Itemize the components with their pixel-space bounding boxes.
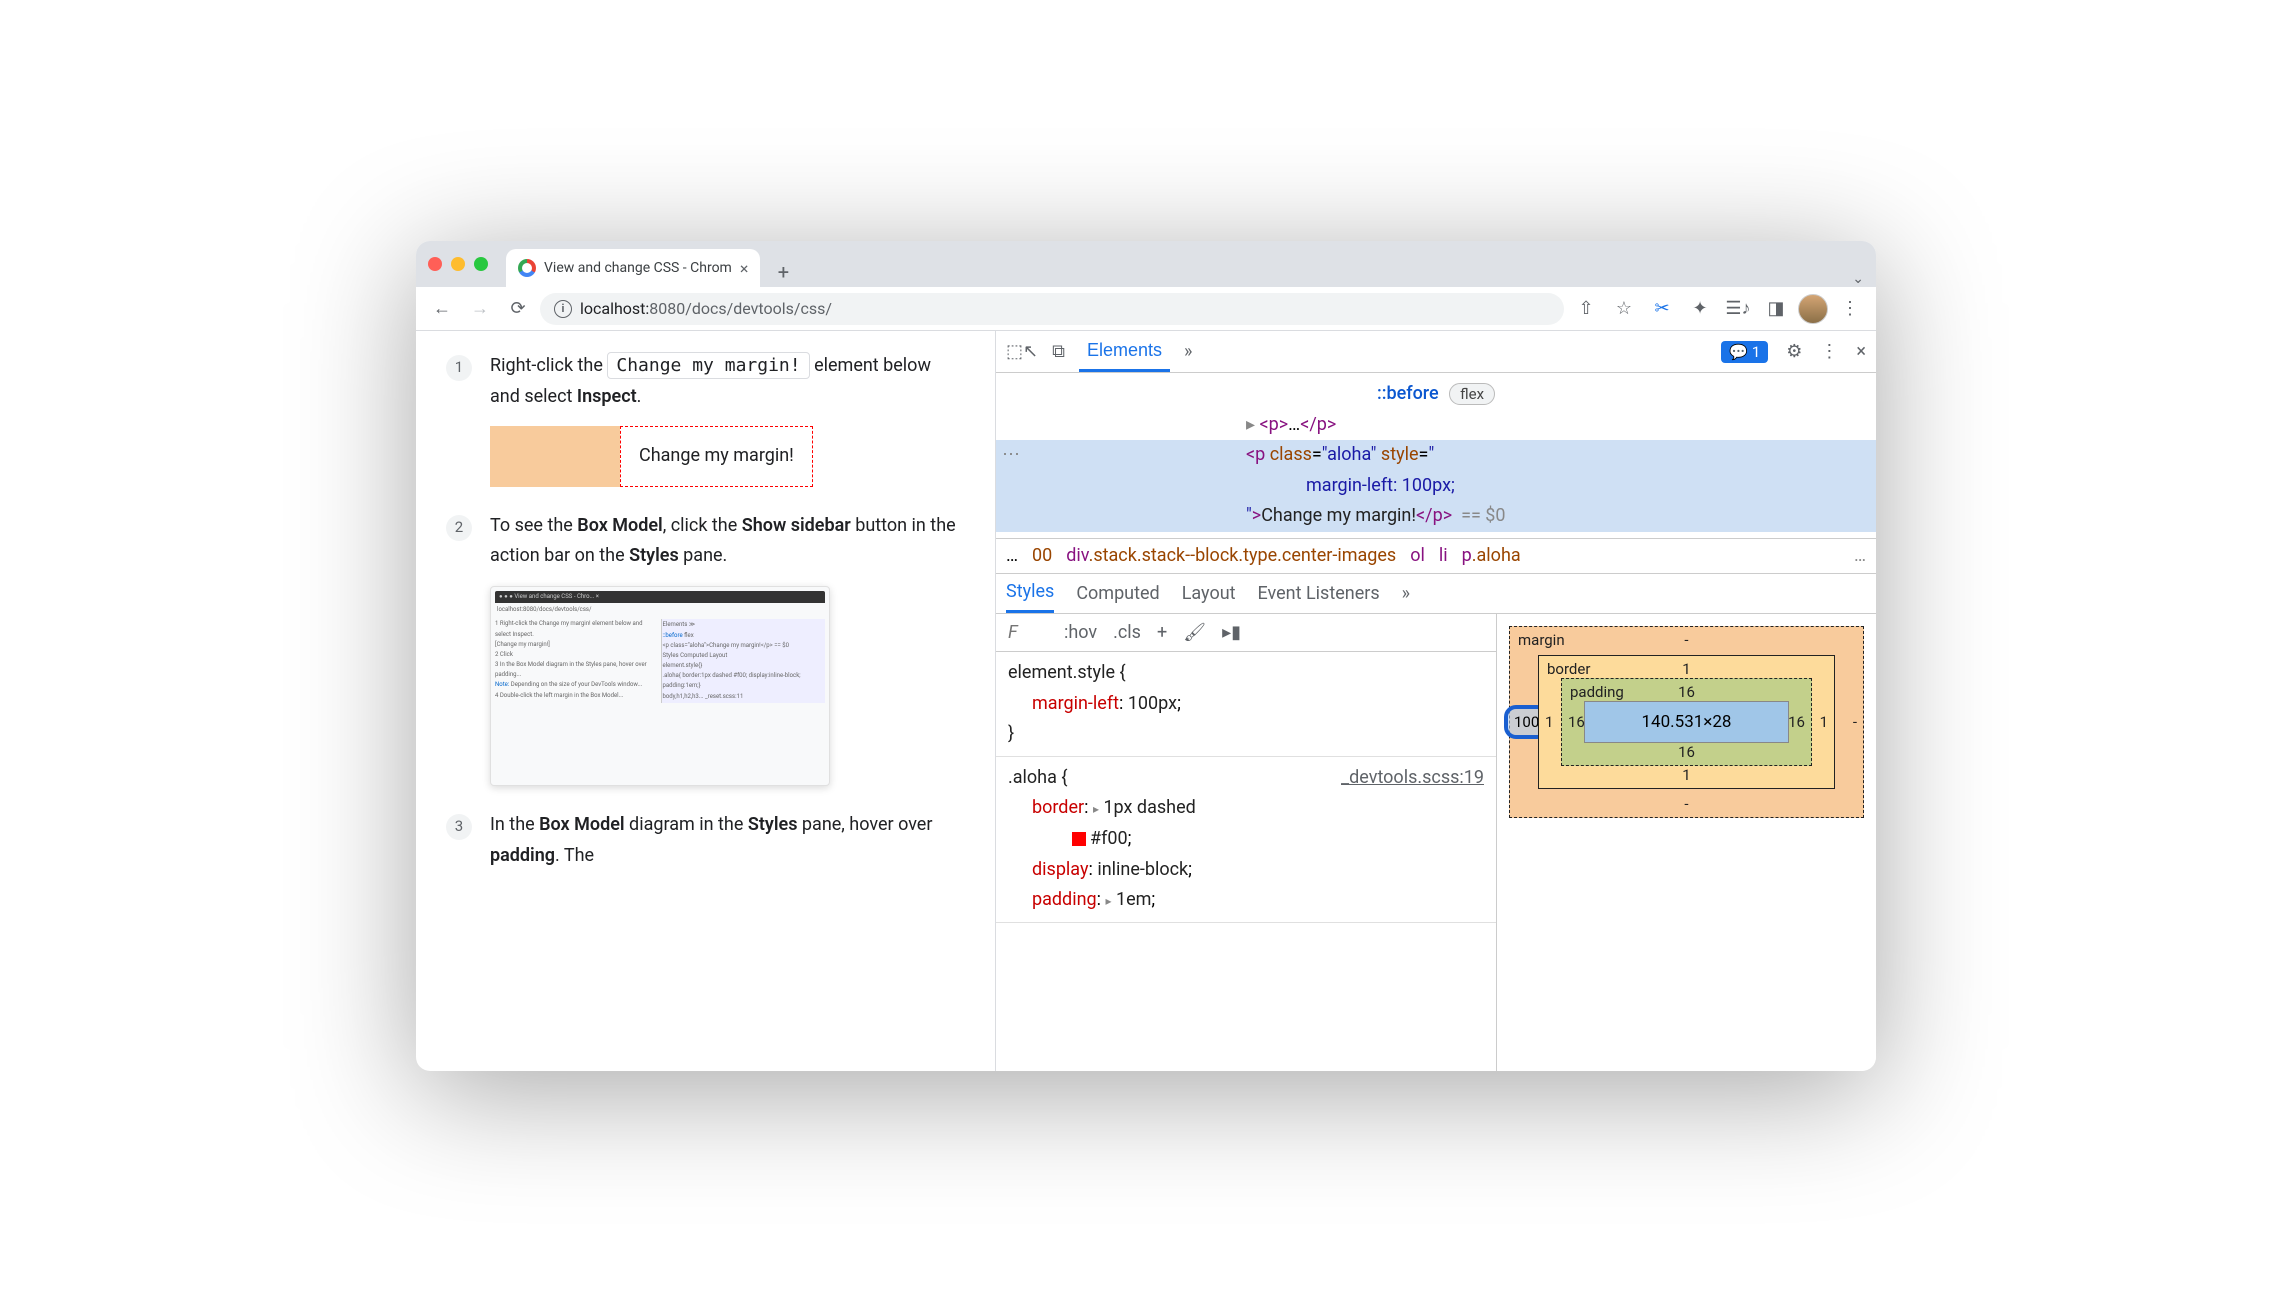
crumb-div[interactable]: div.stack.stack--block.type.center-image… xyxy=(1066,545,1396,566)
close-window-icon[interactable] xyxy=(428,257,442,271)
cls-toggle[interactable]: .cls xyxy=(1113,622,1141,643)
extensions-icon[interactable]: ✦ xyxy=(1684,293,1716,325)
change-margin-element[interactable]: Change my margin! xyxy=(620,426,813,487)
profile-avatar[interactable] xyxy=(1798,294,1828,324)
box-model-padding[interactable]: padding 16 16 16 16 140.531×28 xyxy=(1561,678,1812,766)
breadcrumbs[interactable]: … 00 div.stack.stack--block.type.center-… xyxy=(996,538,1876,574)
selected-dom-node[interactable]: ⋯ <p class="aloha" style=" xyxy=(996,440,1876,471)
step-2: 2 To see the Box Model, click the Show s… xyxy=(446,511,965,786)
tab-layout[interactable]: Layout xyxy=(1182,583,1236,604)
box-model-diagram[interactable]: margin - - - 100 border 1 1 1 1 paddin xyxy=(1496,614,1876,1071)
styles-pane: :hov .cls + 🖌 ▸▮ element.style { margin-… xyxy=(996,614,1496,1071)
window-controls xyxy=(428,257,488,271)
close-devtools-icon[interactable]: × xyxy=(1856,341,1866,362)
url-path: /docs/devtools/css/ xyxy=(685,299,832,318)
bookmark-icon[interactable]: ☆ xyxy=(1608,293,1640,325)
forward-button[interactable]: → xyxy=(464,293,496,325)
tab-title: View and change CSS - Chrom xyxy=(544,260,732,276)
box-model-content[interactable]: 140.531×28 xyxy=(1584,701,1789,743)
show-sidebar-icon[interactable]: ▸▮ xyxy=(1222,622,1241,643)
url-host: localhost: xyxy=(580,299,649,318)
new-rule-icon[interactable]: + xyxy=(1157,622,1167,643)
share-icon[interactable]: ⇧ xyxy=(1570,293,1602,325)
crumb-ol[interactable]: ol xyxy=(1410,545,1425,566)
step-number: 2 xyxy=(446,515,472,541)
settings-icon[interactable]: ⚙ xyxy=(1786,341,1802,362)
issues-badge[interactable]: 💬 1 xyxy=(1721,341,1768,363)
new-tab-button[interactable]: + xyxy=(768,257,798,287)
tab-computed[interactable]: Computed xyxy=(1076,583,1159,604)
site-info-icon[interactable]: i xyxy=(554,300,572,318)
close-tab-icon[interactable]: × xyxy=(740,259,749,278)
box-model-margin[interactable]: margin - - - 100 border 1 1 1 1 paddin xyxy=(1509,626,1864,818)
browser-tab[interactable]: View and change CSS - Chrom × xyxy=(506,249,760,287)
flex-badge[interactable]: flex xyxy=(1449,383,1495,405)
maximize-window-icon[interactable] xyxy=(474,257,488,271)
css-rule-aloha[interactable]: _devtools.scss:19 .aloha { border: ▸ 1px… xyxy=(996,757,1496,923)
dom-tree[interactable]: ::before flex ▸ <p>…</p> ⋯ <p class="alo… xyxy=(996,373,1876,538)
more-tabs-icon[interactable]: » xyxy=(1184,341,1192,362)
inset-screenshot: ● ● ● View and change CSS - Chro... × lo… xyxy=(490,586,830,786)
step-3: 3 In the Box Model diagram in the Styles… xyxy=(446,810,965,871)
reading-list-icon[interactable]: ☰♪ xyxy=(1722,293,1754,325)
device-toggle-icon[interactable]: ⧉ xyxy=(1052,341,1065,362)
tab-overflow-icon[interactable]: ⌄ xyxy=(1852,271,1864,287)
margin-demo-box[interactable]: Change my margin! xyxy=(490,426,813,487)
devtools-tabbar: ⬚↖ ⧉ Elements » 💬 1 ⚙ ⋮ × xyxy=(996,331,1876,373)
step-number: 1 xyxy=(446,355,472,381)
box-model-border[interactable]: border 1 1 1 1 padding 16 16 16 16 xyxy=(1538,655,1835,789)
devtools-menu-icon[interactable]: ⋮ xyxy=(1820,341,1838,362)
inline-code: Change my margin! xyxy=(607,352,809,379)
tab-event-listeners[interactable]: Event Listeners xyxy=(1258,583,1380,604)
crumb-li[interactable]: li xyxy=(1439,545,1448,566)
styles-tabbar: Styles Computed Layout Event Listeners » xyxy=(996,574,1876,614)
side-panel-icon[interactable]: ◨ xyxy=(1760,293,1792,325)
page-content: 1 Right-click the Change my margin! elem… xyxy=(416,331,996,1071)
tab-styles[interactable]: Styles xyxy=(1006,574,1054,613)
tab-strip: View and change CSS - Chrom × + ⌄ xyxy=(416,241,1876,287)
browser-window: View and change CSS - Chrom × + ⌄ ← → ⟳ … xyxy=(416,241,1876,1071)
devtools-panel: ⬚↖ ⧉ Elements » 💬 1 ⚙ ⋮ × ::before flex … xyxy=(996,331,1876,1071)
styles-filter-input[interactable] xyxy=(1008,622,1048,643)
inspect-icon[interactable]: ⬚↖ xyxy=(1006,341,1038,362)
more-subtabs-icon[interactable]: » xyxy=(1402,583,1410,604)
chrome-menu-icon[interactable]: ⋮ xyxy=(1834,293,1866,325)
dollar-zero: == $0 xyxy=(1461,505,1505,526)
step-1: 1 Right-click the Change my margin! elem… xyxy=(446,351,965,487)
hov-toggle[interactable]: :hov xyxy=(1064,622,1097,643)
brush-icon[interactable]: 🖌 xyxy=(1183,622,1206,643)
css-rule-element-style[interactable]: element.style { margin-left: 100px; } xyxy=(996,652,1496,757)
chrome-logo-icon xyxy=(518,259,536,277)
crumb-p-aloha[interactable]: p.aloha xyxy=(1462,545,1521,566)
scissors-icon[interactable]: ✂ xyxy=(1646,293,1678,325)
tab-elements[interactable]: Elements xyxy=(1079,331,1170,372)
step-number: 3 xyxy=(446,814,472,840)
styles-toolbar: :hov .cls + 🖌 ▸▮ xyxy=(996,614,1496,652)
address-bar[interactable]: i localhost:8080/docs/devtools/css/ xyxy=(540,293,1564,325)
minimize-window-icon[interactable] xyxy=(451,257,465,271)
back-button[interactable]: ← xyxy=(426,293,458,325)
pseudo-before[interactable]: ::before xyxy=(1377,383,1439,404)
color-swatch[interactable] xyxy=(1072,832,1086,846)
browser-toolbar: ← → ⟳ i localhost:8080/docs/devtools/css… xyxy=(416,287,1876,331)
reload-button[interactable]: ⟳ xyxy=(502,293,534,325)
css-source-link[interactable]: _devtools.scss:19 xyxy=(1341,763,1484,794)
